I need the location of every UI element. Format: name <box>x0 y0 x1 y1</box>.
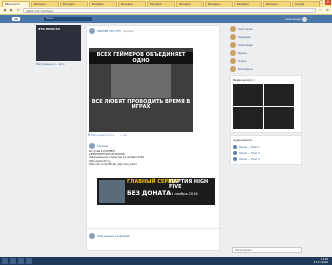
ad-scene <box>111 64 171 98</box>
friend-item[interactable]: Надежда <box>230 33 302 41</box>
maximize-button[interactable]: □ <box>318 0 324 5</box>
taskbar-app-icon[interactable] <box>18 258 24 264</box>
back-icon[interactable]: ◀ <box>2 8 7 13</box>
post-header: СМОТРИ ЧТО ТУТ! реклама <box>87 26 219 36</box>
audio-title: Песня — Трек 3 <box>239 157 260 161</box>
comment-author[interactable]: Татьяна <box>97 145 108 148</box>
forward-icon[interactable]: ▶ <box>9 8 14 13</box>
video-thumb[interactable] <box>233 107 263 129</box>
taskbar-app-icon[interactable] <box>10 258 16 264</box>
friend-name: Анастасия <box>238 27 253 31</box>
play-icon[interactable] <box>233 151 237 155</box>
menu-icon[interactable]: ≡ <box>325 8 330 13</box>
play-icon[interactable] <box>233 145 237 149</box>
video-thumb[interactable] <box>264 107 294 129</box>
friend-name: Екатерина <box>238 67 253 71</box>
friend-item[interactable]: Екатерина <box>230 65 302 73</box>
vk-logo[interactable]: VK <box>12 17 20 21</box>
window-controls: – □ ✕ <box>311 0 331 5</box>
friend-item[interactable]: Александр <box>230 41 302 49</box>
likes-count: 13 <box>110 134 115 137</box>
ad-image-gamers[interactable]: ВСЕХ ГЕЙМЕРОВ ОБЪЕДИНЯЕТ ОДНО ВСЕ ЛЮБЯТ … <box>89 48 193 132</box>
comment-header: Татьяна <box>89 143 217 150</box>
audio-title: Песня — Трек 2 <box>239 151 260 155</box>
avatar <box>230 42 236 48</box>
right-column: Анастасия Надежда Александр Ирина Ольга … <box>230 25 302 165</box>
audio-title: Песня — Трек 1 <box>239 145 260 149</box>
promo-image[interactable]: ЭТО ПРОСТО <box>36 25 81 61</box>
banner-sub: 21 ноября 2016 <box>169 192 198 196</box>
url-field[interactable]: https://vk.com/feed <box>23 8 316 13</box>
audio-header[interactable]: Аудиозаписи <box>233 138 299 142</box>
close-button[interactable]: ✕ <box>325 0 331 5</box>
search-input[interactable]: Поиск <box>44 17 92 21</box>
banner-image <box>99 180 125 203</box>
post-author[interactable]: СМОТРИ ЧТО ТУТ! <box>97 30 121 33</box>
like-button[interactable]: ♥ Мне нравится 13 <box>88 134 114 137</box>
videos-count: 6 <box>253 78 255 82</box>
promo-caption[interactable]: Популярное в ...сети <box>36 63 84 66</box>
banner-big: БЕЗ ДОНАТА <box>127 190 171 197</box>
system-clock[interactable]: 21:09 14.11.2016 <box>314 258 328 264</box>
share-button[interactable]: ↪ 18 <box>120 134 126 137</box>
play-icon[interactable] <box>233 157 237 161</box>
friend-name: Александр <box>238 43 253 47</box>
ad-marker: реклама <box>123 29 134 33</box>
comment: Татьяна Вступай в ПАРТИЮ АВТОРИТЕТНЫХ ИГ… <box>89 143 217 166</box>
reload-icon[interactable]: ↻ <box>16 8 21 13</box>
videos-header[interactable]: Видеозаписи 6 <box>233 78 299 82</box>
avatar[interactable] <box>89 143 95 149</box>
user-menu[interactable]: Александр <box>285 16 307 22</box>
avatar <box>230 26 236 32</box>
avatar <box>230 66 236 72</box>
avatar <box>230 58 236 64</box>
audio-section: Аудиозаписи Песня — Трек 1 Песня — Трек … <box>230 135 302 165</box>
comment-link[interactable]: http://vk.com/official_high_five_party <box>89 163 217 166</box>
ad-headline: ВСЕХ ГЕЙМЕРОВ ОБЪЕДИНЯЕТ ОДНО <box>89 52 193 64</box>
friend-name: Ирина <box>238 51 247 55</box>
friend-item[interactable]: Ольга <box>230 57 302 65</box>
audio-item[interactable]: Песня — Трек 3 <box>233 156 299 162</box>
divider <box>87 228 219 229</box>
avatar <box>230 34 236 40</box>
taskbar <box>0 257 332 265</box>
left-column: ЭТО ПРОСТО Популярное в ...сети <box>36 25 84 66</box>
ad-banner-party[interactable]: ГЛАВНЫЙ СЕРВЕР ПАРТИЯ HIGH FIVE БЕЗ ДОНА… <box>97 178 215 205</box>
banner-right: ПАРТИЯ HIGH FIVE <box>169 179 209 190</box>
avatar <box>230 50 236 56</box>
clock-date: 14.11.2016 <box>313 261 328 264</box>
post-header: Подслушано на форуме <box>89 233 130 239</box>
post-author[interactable]: Подслушано на форуме <box>97 235 130 238</box>
start-icon[interactable] <box>2 258 8 264</box>
friend-name: Ольга <box>238 59 247 63</box>
ad-subline: ВСЕ ЛЮБЯТ ПРОВОДИТЬ ВРЕМЯ В ИГРАХ <box>91 99 191 110</box>
avatar[interactable] <box>89 28 95 34</box>
friend-item[interactable]: Анастасия <box>230 25 302 33</box>
video-thumb[interactable] <box>233 84 263 106</box>
friend-item[interactable]: Ирина <box>230 49 302 57</box>
minimize-button[interactable]: – <box>311 0 317 5</box>
avatar <box>301 16 307 22</box>
post-actions: ♥ Мне нравится 13 ↪ 18 <box>88 134 127 137</box>
star-icon[interactable]: ☆ <box>318 8 323 13</box>
avatar[interactable] <box>89 233 95 239</box>
address-bar-row: ◀ ▶ ↻ https://vk.com/feed ☆ ≡ <box>0 7 332 15</box>
tab-bar: ВКонтакте Вкладка Вкладка Вкладка Вкладк… <box>0 0 332 7</box>
likes-label: Мне нравится <box>91 134 111 137</box>
chat-bar[interactable]: Обсуждения <box>232 247 302 253</box>
video-thumb[interactable] <box>264 84 294 106</box>
friend-name: Надежда <box>238 35 251 39</box>
videos-section: Видеозаписи 6 <box>230 75 302 133</box>
taskbar-app-icon[interactable] <box>26 258 32 264</box>
user-name: Александр <box>285 17 301 21</box>
shares-count: 18 <box>123 134 127 137</box>
